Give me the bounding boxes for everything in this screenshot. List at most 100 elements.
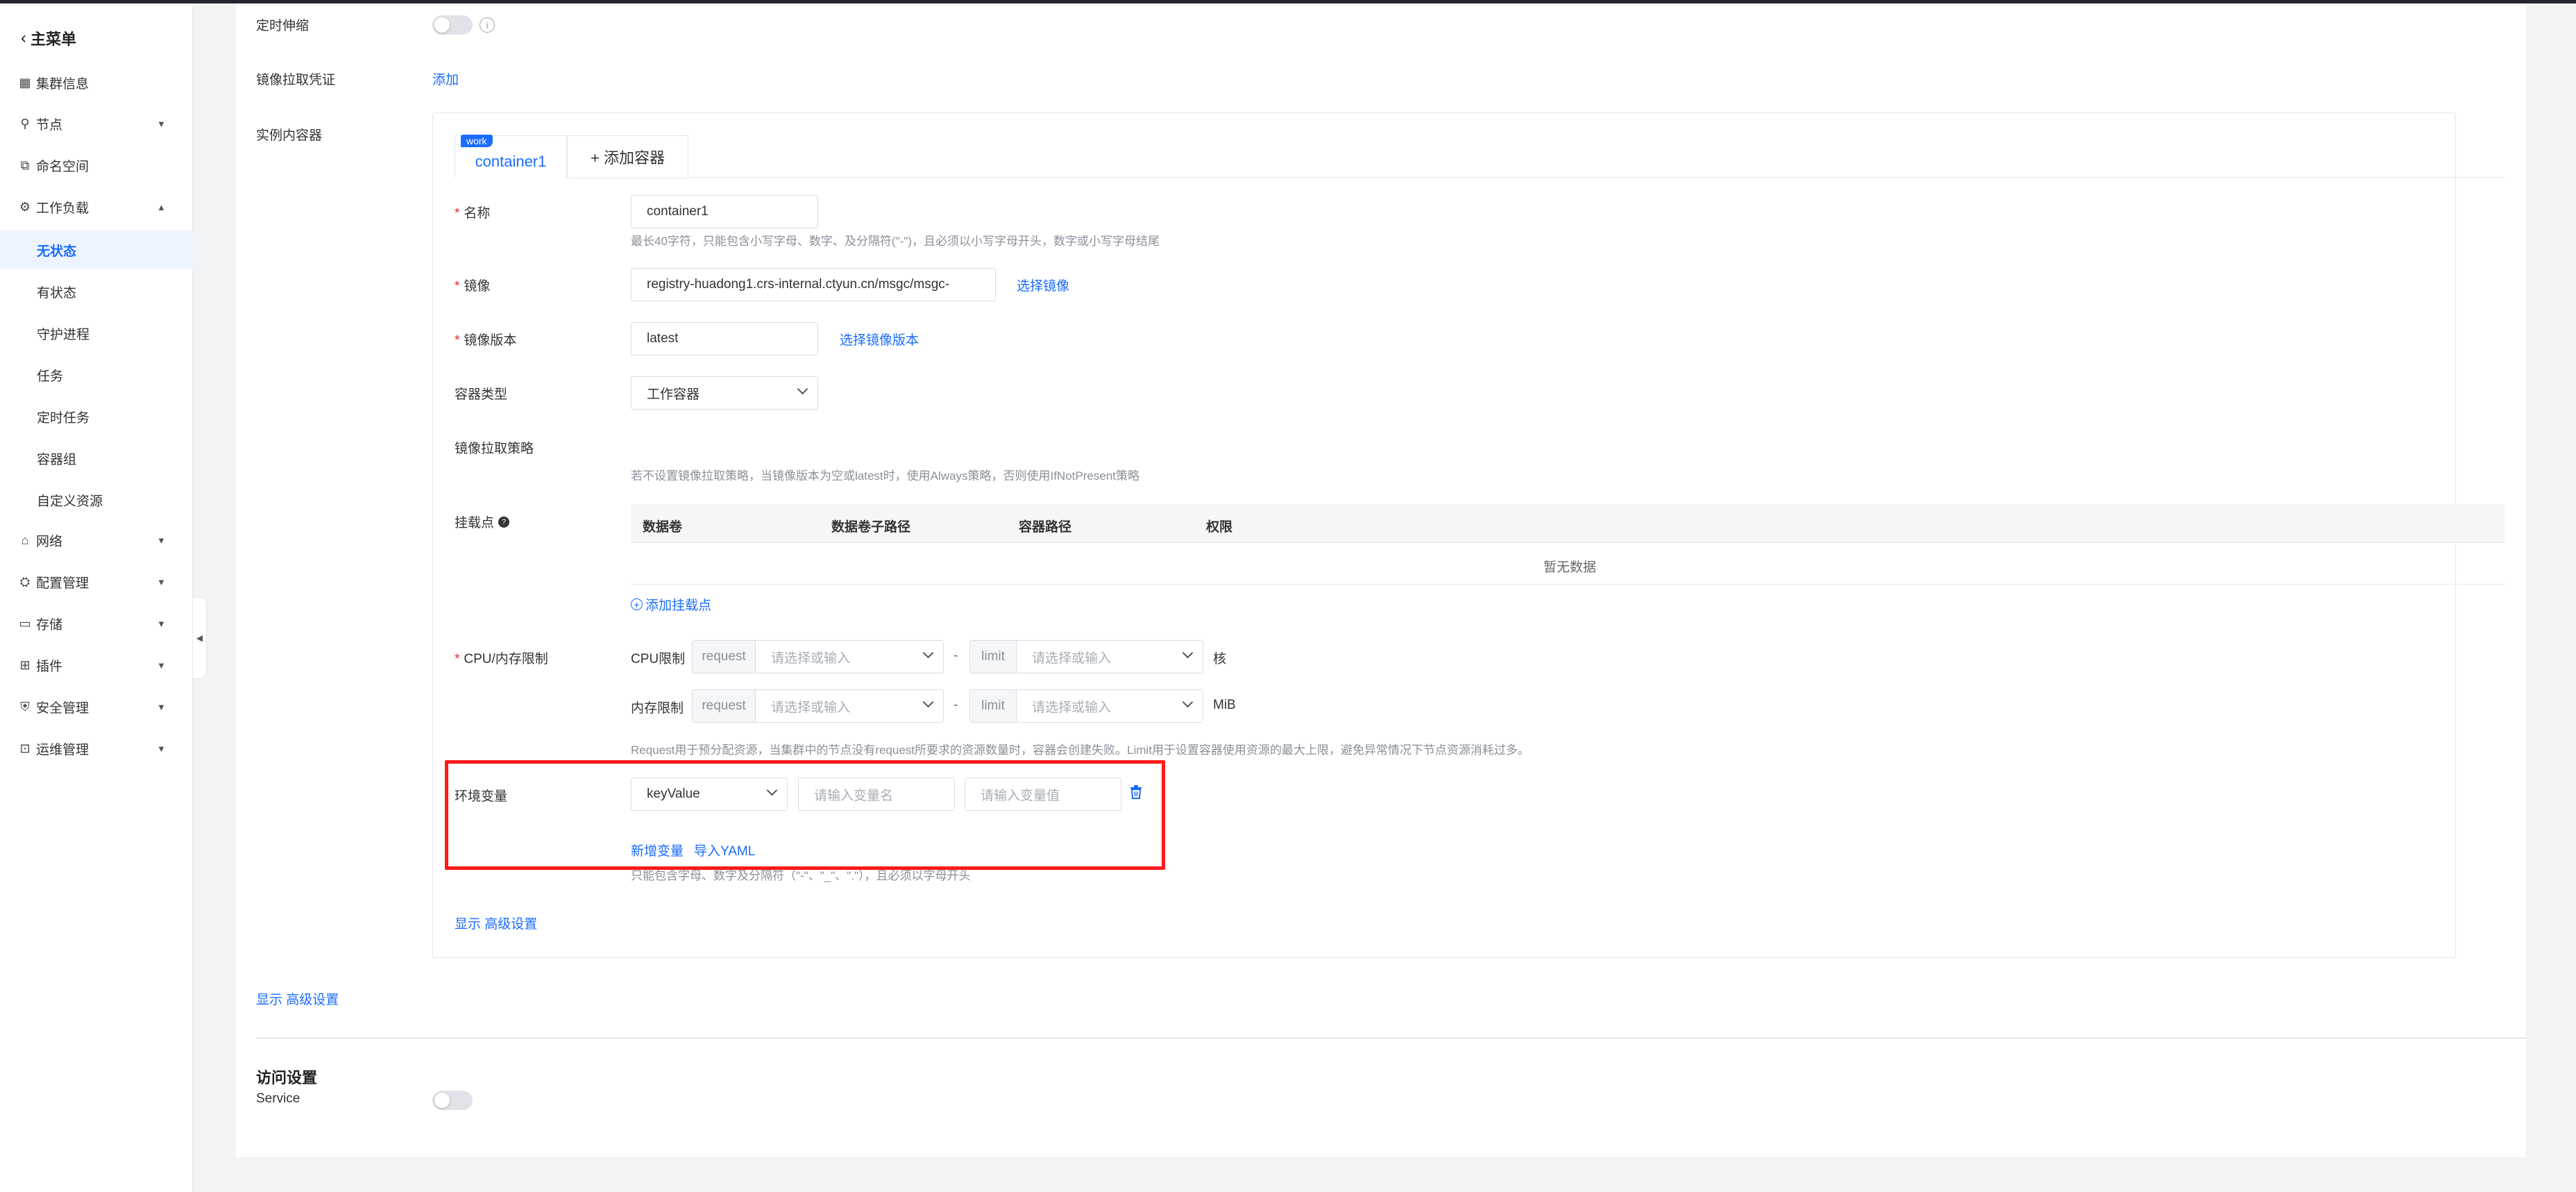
show-advanced-link[interactable]: 显示 高级设置 bbox=[256, 989, 339, 1008]
security-icon: ⛨ bbox=[20, 699, 30, 714]
sidebar-subitem-stateful[interactable]: 有状态 bbox=[0, 272, 193, 311]
sidebar-item-storage[interactable]: ▭ 存储 ▼ bbox=[0, 604, 193, 643]
caret-down-icon: ▼ bbox=[157, 118, 166, 129]
sidebar-subitem-stateless[interactable]: 无状态 bbox=[0, 230, 193, 269]
sidebar-item-label: 工作负载 bbox=[36, 201, 90, 216]
pull-policy-hint: 若不设置镜像拉取策略，当镜像版本为空或latest时，使用Always策略，否则… bbox=[631, 469, 1139, 482]
tab-divider bbox=[455, 177, 2505, 178]
sidebar-item-network[interactable]: ⌂ 网络 ▼ bbox=[0, 521, 193, 560]
image-version-label-text: 镜像版本 bbox=[464, 333, 517, 348]
sidebar-item-nodes[interactable]: ⚲ 节点 ▼ bbox=[0, 104, 193, 143]
sidebar-subitem-label: 容器组 bbox=[37, 452, 77, 467]
cpu-limit-label: CPU限制 bbox=[631, 652, 686, 666]
sidebar-subitem-label: 定时任务 bbox=[37, 410, 90, 426]
cpu-request-select[interactable]: 请选择或输入 bbox=[755, 640, 944, 673]
sidebar-subitem-pod[interactable]: 容器组 bbox=[0, 439, 193, 478]
sidebar-subitem-custom-resource[interactable]: 自定义资源 bbox=[0, 480, 193, 519]
chevron-down-icon bbox=[922, 647, 934, 659]
back-label: 主菜单 bbox=[31, 31, 77, 48]
highlight-box bbox=[445, 760, 1165, 870]
sidebar-collapse-handle[interactable]: ◀ bbox=[193, 597, 207, 679]
sidebar-subitem-cronjob[interactable]: 定时任务 bbox=[0, 397, 193, 436]
cpu-limit-select[interactable]: 请选择或输入 bbox=[1016, 640, 1203, 673]
chevron-down-icon bbox=[797, 383, 808, 395]
cpu-range-dash: - bbox=[954, 648, 958, 663]
service-label: Service bbox=[256, 1091, 300, 1106]
sidebar-subitem-label: 有状态 bbox=[37, 285, 77, 301]
access-settings-title: 访问设置 bbox=[256, 1069, 318, 1086]
required-mark: * bbox=[455, 206, 460, 221]
work-badge: work bbox=[461, 135, 493, 147]
autoscale-toggle[interactable] bbox=[432, 15, 473, 35]
mem-limit-select[interactable]: 请选择或输入 bbox=[1016, 689, 1203, 723]
image-input[interactable]: registry-huadong1.crs-internal.ctyun.cn/… bbox=[631, 268, 996, 301]
mount-label: 挂载点 ? bbox=[455, 512, 510, 531]
caret-down-icon: ▼ bbox=[157, 576, 166, 587]
node-icon: ⚲ bbox=[20, 116, 30, 131]
cpu-request-addon: request bbox=[692, 640, 756, 673]
sidebar-item-label: 配置管理 bbox=[36, 576, 90, 591]
sidebar-item-label: 网络 bbox=[36, 534, 63, 549]
name-input[interactable]: container1 bbox=[631, 195, 818, 228]
help-icon[interactable]: ? bbox=[498, 516, 510, 528]
required-mark: * bbox=[455, 333, 460, 348]
sidebar-subitem-daemonset[interactable]: 守护进程 bbox=[0, 314, 193, 353]
container-type-label: 容器类型 bbox=[455, 387, 508, 402]
mem-request-addon: request bbox=[692, 689, 756, 723]
cpu-limit-addon: limit bbox=[969, 640, 1017, 673]
tab-container1[interactable]: work container1 bbox=[455, 135, 567, 178]
add-container-tab[interactable]: + 添加容器 bbox=[567, 135, 688, 178]
mount-col-subpath: 数据卷子路径 bbox=[831, 520, 911, 535]
sidebar-subitem-label: 无状态 bbox=[37, 244, 77, 259]
sidebar-subitem-job[interactable]: 任务 bbox=[0, 355, 193, 394]
cluster-icon: ▦ bbox=[19, 75, 31, 90]
plus-circle-icon: + bbox=[631, 598, 643, 610]
mount-col-volume: 数据卷 bbox=[643, 520, 683, 535]
resource-hint: Request用于预分配资源，当集群中的节点没有request所要求的资源数量时… bbox=[631, 744, 1530, 757]
sidebar-item-config[interactable]: ⛭ 配置管理 ▼ bbox=[0, 562, 193, 601]
mem-request-placeholder: 请选择或输入 bbox=[771, 700, 851, 715]
sidebar-item-label: 安全管理 bbox=[36, 700, 90, 716]
required-mark: * bbox=[455, 279, 460, 294]
sidebar-item-ops[interactable]: ⊡ 运维管理 ▼ bbox=[0, 729, 193, 768]
cpu-mem-label: * CPU/内存限制 bbox=[455, 648, 548, 667]
mem-limit-placeholder: 请选择或输入 bbox=[1032, 700, 1112, 715]
info-icon[interactable]: i bbox=[480, 17, 495, 33]
namespace-icon: ⧉ bbox=[20, 158, 30, 172]
sidebar-item-workload[interactable]: ⚙ 工作负载 ▲ bbox=[0, 187, 193, 226]
container-type-select[interactable]: 工作容器 bbox=[631, 376, 818, 410]
image-version-input[interactable]: latest bbox=[631, 322, 818, 355]
mount-col-permission: 权限 bbox=[1206, 520, 1233, 535]
sidebar-item-security[interactable]: ⛨ 安全管理 ▼ bbox=[0, 687, 193, 726]
mem-limit-label: 内存限制 bbox=[631, 701, 684, 716]
chevron-down-icon bbox=[1182, 696, 1194, 708]
chevron-down-icon bbox=[922, 696, 934, 708]
pull-policy-label: 镜像拉取策略 bbox=[455, 442, 534, 456]
select-image-link[interactable]: 选择镜像 bbox=[1017, 276, 1069, 294]
cpu-limit-placeholder: 请选择或输入 bbox=[1032, 650, 1112, 666]
mem-unit: MiB bbox=[1213, 698, 1236, 712]
mem-range-dash: - bbox=[954, 698, 958, 712]
sidebar-item-label: 插件 bbox=[36, 659, 63, 674]
show-advanced-container-link[interactable]: 显示 高级设置 bbox=[455, 914, 537, 932]
sidebar-item-label: 命名空间 bbox=[36, 159, 90, 174]
ops-icon: ⊡ bbox=[19, 741, 31, 755]
mem-request-select[interactable]: 请选择或输入 bbox=[755, 689, 944, 723]
sidebar-item-cluster-info[interactable]: ▦ 集群信息 bbox=[0, 63, 193, 102]
sidebar: ‹ 主菜单 ▦ 集群信息 ⚲ 节点 ▼ ⧉ 命名空间 ⚙ 工作负载 ▲ 无状态 … bbox=[0, 3, 193, 1192]
cpu-request-placeholder: 请选择或输入 bbox=[771, 650, 851, 666]
sidebar-item-plugins[interactable]: ⊞ 插件 ▼ bbox=[0, 646, 193, 685]
pull-secret-add-link[interactable]: 添加 bbox=[432, 69, 459, 88]
image-version-label: * 镜像版本 bbox=[455, 330, 516, 349]
service-toggle[interactable] bbox=[432, 1091, 473, 1110]
add-mount-link[interactable]: + 添加挂载点 bbox=[631, 595, 711, 614]
select-image-version-link[interactable]: 选择镜像版本 bbox=[840, 330, 919, 349]
mount-table-header bbox=[631, 504, 2505, 543]
workload-icon: ⚙ bbox=[19, 199, 31, 214]
config-icon: ⛭ bbox=[19, 574, 31, 589]
caret-down-icon: ▼ bbox=[157, 743, 166, 754]
chevron-left-icon: ‹ bbox=[21, 28, 26, 47]
sidebar-subitem-label: 自定义资源 bbox=[37, 494, 103, 509]
back-to-main-menu[interactable]: ‹ 主菜单 bbox=[21, 27, 76, 49]
sidebar-item-namespace[interactable]: ⧉ 命名空间 bbox=[0, 146, 193, 185]
